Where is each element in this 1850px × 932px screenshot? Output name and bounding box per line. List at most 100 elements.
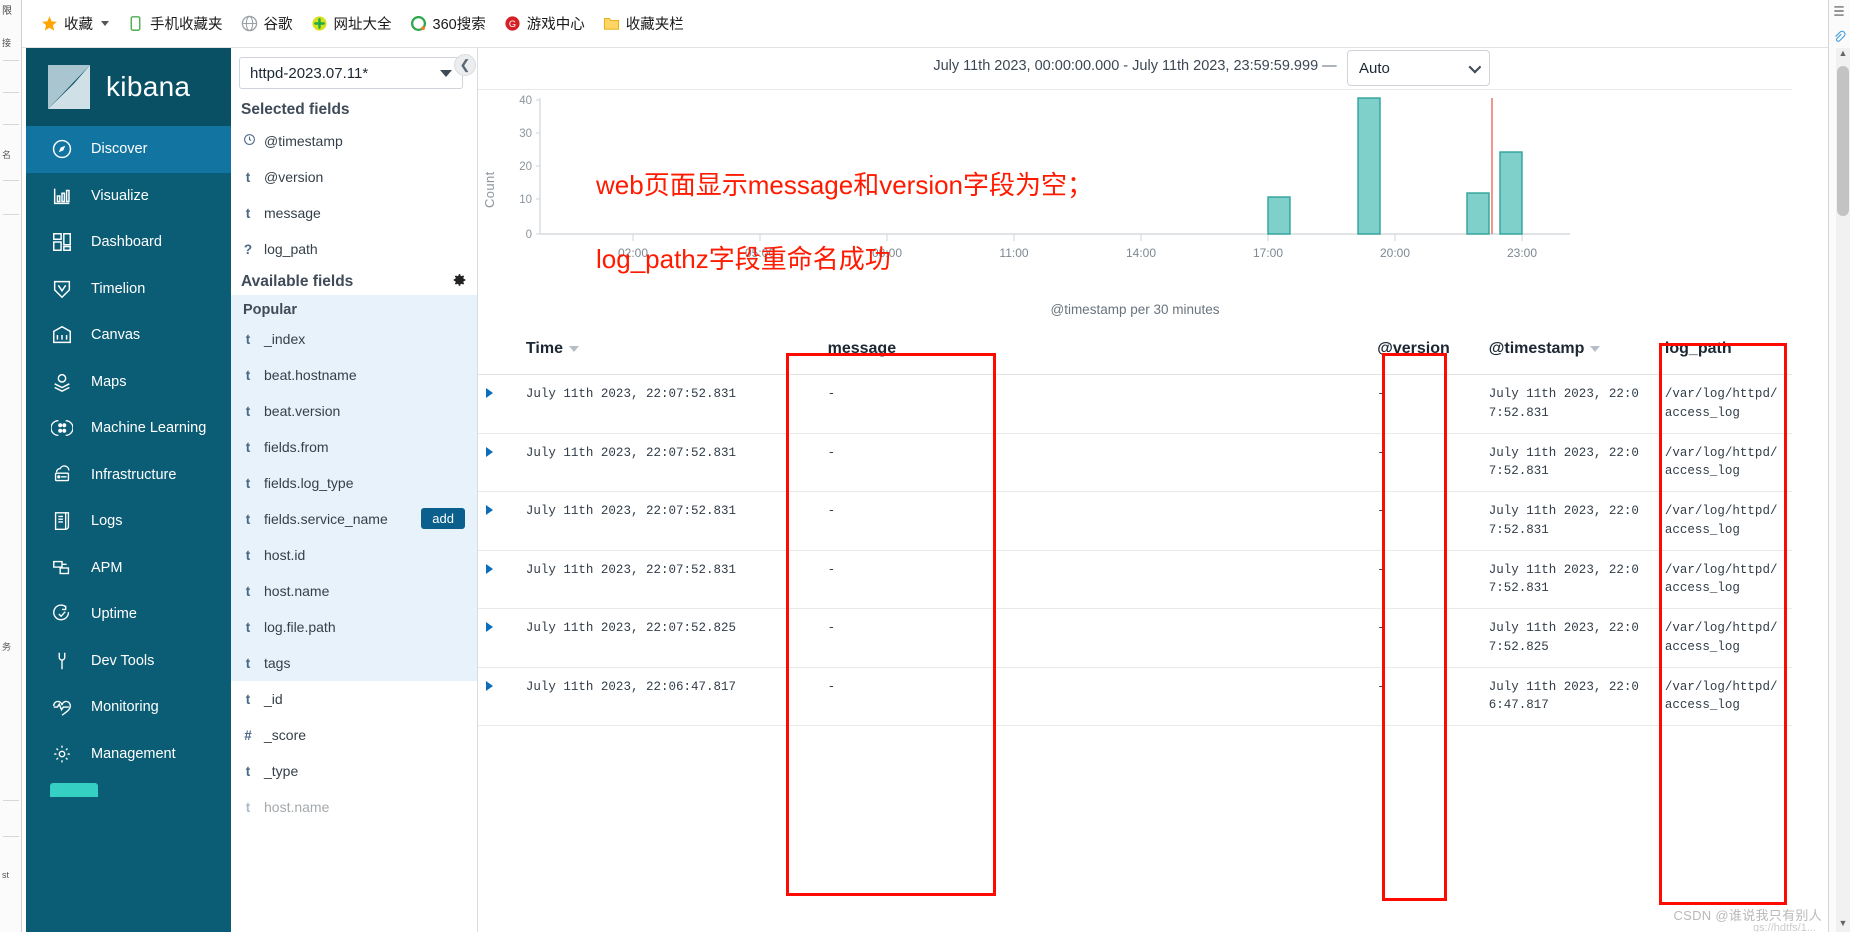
field-name: log_path [264, 241, 318, 257]
bookmark-mobile-favorites[interactable]: 手机收藏夹 [120, 9, 230, 38]
time-range-text: July 11th 2023, 00:00:00.000 - July 11th… [933, 58, 1319, 74]
th-version[interactable]: @version [1369, 322, 1481, 375]
sidebar-item-label: Machine Learning [91, 420, 207, 437]
row-expand-cell[interactable] [478, 491, 518, 551]
cell-log-path: /var/log/httpd/access_log [1656, 433, 1792, 492]
sidebar-item-apm[interactable]: APM [26, 545, 231, 592]
index-pattern-select[interactable]: httpd-2023.07.11* [239, 57, 463, 89]
th-timestamp[interactable]: @timestamp [1480, 322, 1657, 375]
field-row-log-path[interactable]: ? log_path [231, 231, 477, 267]
field-row-fields-log-type[interactable]: t fields.log_type [231, 465, 477, 501]
field-row-id[interactable]: t _id [231, 681, 477, 717]
sidebar-item-discover[interactable]: Discover [26, 126, 231, 173]
bookmark-hao123[interactable]: 网址大全 [304, 9, 399, 38]
field-row-host-id[interactable]: t host.id [231, 537, 477, 573]
row-expand-cell[interactable] [478, 667, 518, 726]
chevron-down-icon[interactable] [101, 21, 109, 26]
bookmark-favorites[interactable]: 收藏 [34, 9, 116, 38]
field-row-fields-from[interactable]: t fields.from [231, 429, 477, 465]
sidebar-item-dev-tools[interactable]: Dev Tools [26, 638, 231, 685]
window-controls-icon[interactable] [1832, 4, 1848, 20]
sidebar-item-maps[interactable]: Maps [26, 359, 231, 406]
field-row-timestamp[interactable]: @timestamp [231, 123, 477, 159]
table-row[interactable]: July 11th 2023, 22:07:52.831 - - July 11… [478, 374, 1792, 434]
field-name: fields.log_type [264, 475, 354, 491]
field-row-log-file-path[interactable]: t log.file.path [231, 609, 477, 645]
scroll-up-arrow-icon[interactable]: ▲ [1836, 48, 1850, 62]
sidebar-item-canvas[interactable]: Canvas [26, 312, 231, 359]
row-expand-cell[interactable] [478, 433, 518, 492]
kibana-logo-icon [48, 65, 90, 109]
expand-row-icon[interactable] [486, 563, 493, 574]
field-row-beat-hostname[interactable]: t beat.hostname [231, 357, 477, 393]
cell-version: - [1369, 374, 1481, 434]
gear-icon[interactable] [452, 273, 467, 291]
cell-message: - [805, 550, 1370, 609]
field-row-score[interactable]: # _score [231, 717, 477, 753]
bar-chart-icon [50, 184, 74, 208]
field-row-type[interactable]: t _type [231, 753, 477, 789]
expand-row-icon[interactable] [486, 388, 493, 398]
table-row[interactable]: July 11th 2023, 22:07:52.831 - - July 11… [478, 550, 1792, 609]
field-row-fields-service-name[interactable]: t fields.service_name add [231, 501, 477, 537]
row-expand-cell[interactable] [478, 608, 518, 668]
field-name: tags [264, 655, 291, 671]
field-row-index[interactable]: t _index [231, 321, 477, 357]
sidebar-item-visualize[interactable]: Visualize [26, 173, 231, 220]
table-row[interactable]: July 11th 2023, 22:07:52.831 - - July 11… [478, 491, 1792, 551]
cell-version: - [1369, 608, 1481, 668]
expand-row-icon[interactable] [486, 505, 493, 515]
chevron-left-icon[interactable]: ❮ [454, 54, 476, 76]
th-log-path[interactable]: log_path [1656, 322, 1792, 375]
documents-table: Time message @version @timestamp log_pat… [478, 322, 1792, 726]
expand-row-icon[interactable] [486, 622, 493, 632]
field-name: beat.version [264, 403, 341, 419]
th-time[interactable]: Time [517, 322, 806, 375]
add-field-button[interactable]: add [421, 508, 465, 529]
timelion-icon [50, 277, 74, 301]
sidebar-item-logs[interactable]: Logs [26, 498, 231, 545]
sidebar-item-timelion[interactable]: Timelion [26, 266, 231, 313]
kibana-logo[interactable]: kibana [26, 48, 231, 126]
svg-text:17:00: 17:00 [1253, 246, 1283, 260]
sidebar-item-infrastructure[interactable]: Infrastructure [26, 452, 231, 499]
field-name: log.file.path [264, 619, 336, 635]
bookmark-360-search[interactable]: 360搜索 [403, 9, 493, 38]
sidebar-item-dashboard[interactable]: Dashboard [26, 219, 231, 266]
bookmark-label: 手机收藏夹 [150, 17, 223, 33]
available-fields-label: Available fields [241, 273, 354, 290]
field-row-beat-version[interactable]: t beat.version [231, 393, 477, 429]
th-log-path-label: log_path [1664, 340, 1732, 357]
bookmark-google[interactable]: 谷歌 [234, 9, 300, 38]
bookmark-game-center[interactable]: G 游戏中心 [497, 9, 592, 38]
sidebar-item-monitoring[interactable]: Monitoring [26, 684, 231, 731]
sidebar-item-machine-learning[interactable]: Machine Learning [26, 405, 231, 452]
row-expand-cell[interactable] [478, 374, 518, 434]
field-row-tags[interactable]: t tags [231, 645, 477, 681]
paperclip-icon[interactable] [1832, 30, 1848, 46]
histogram-chart[interactable]: Count 40 30 20 10 0 02:00 05:00 08:00 11… [478, 90, 1792, 322]
kibana-brand-label: kibana [106, 71, 191, 102]
sort-caret-icon[interactable] [1590, 345, 1601, 352]
field-row-host-name[interactable]: t host.name [231, 573, 477, 609]
row-expand-cell[interactable] [478, 550, 518, 609]
expand-row-icon[interactable] [486, 680, 493, 691]
field-row-host-name-2[interactable]: t host.name [231, 789, 477, 825]
expand-row-icon[interactable] [486, 446, 493, 457]
sidebar-item-uptime[interactable]: Uptime [26, 591, 231, 638]
field-row-message[interactable]: t message [231, 195, 477, 231]
th-message[interactable]: message [805, 322, 1370, 375]
page-scrollbar[interactable]: ▲ ▼ [1836, 48, 1850, 932]
sort-caret-icon[interactable] [568, 345, 579, 352]
field-row-version[interactable]: t @version [231, 159, 477, 195]
table-row[interactable]: July 11th 2023, 22:06:47.817 - - July 11… [478, 667, 1792, 726]
table-row[interactable]: July 11th 2023, 22:07:52.825 - - July 11… [478, 608, 1792, 668]
scrollbar-thumb[interactable] [1837, 66, 1849, 216]
table-row[interactable]: July 11th 2023, 22:07:52.831 - - July 11… [478, 433, 1792, 492]
interval-select[interactable]: Auto [1347, 50, 1490, 86]
bookmark-folder-bar[interactable]: 收藏夹栏 [596, 9, 691, 38]
sidebar-item-management[interactable]: Management [26, 731, 231, 797]
scroll-down-arrow-icon[interactable]: ▼ [1836, 918, 1850, 932]
time-range-display[interactable]: July 11th 2023, 00:00:00.000 - July 11th… [478, 58, 1792, 74]
phone-icon [127, 15, 144, 32]
